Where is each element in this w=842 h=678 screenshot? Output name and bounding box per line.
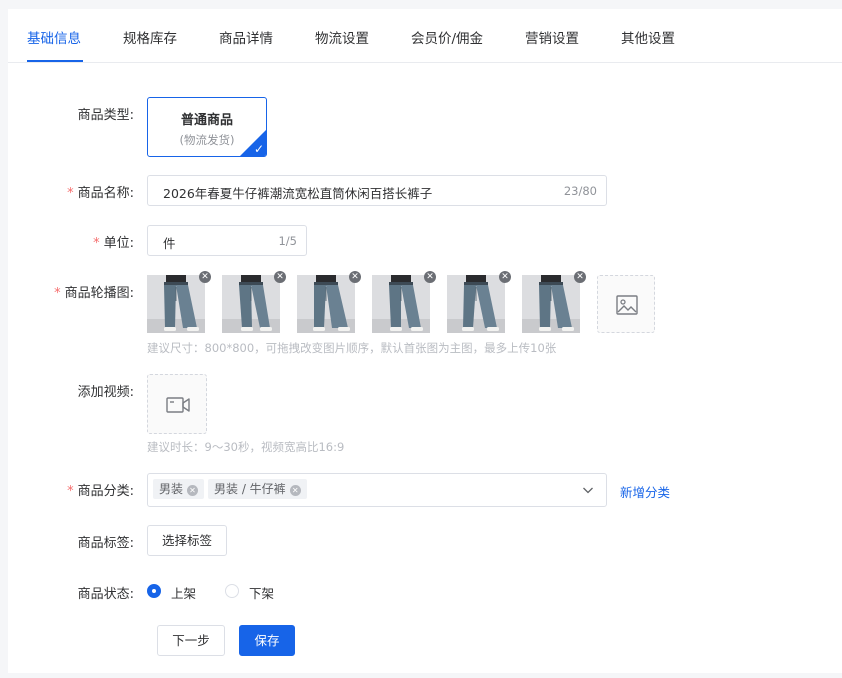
product-tags-label: 商品标签: — [77, 536, 134, 551]
jeans-photo — [222, 275, 280, 333]
carousel-image[interactable]: ✕ — [222, 271, 286, 333]
video-camera-icon — [166, 397, 190, 413]
tab-other[interactable]: 其他设置 — [621, 27, 675, 47]
carousel-upload-button[interactable] — [597, 275, 655, 333]
tab-basic-info[interactable]: 基础信息 — [27, 27, 81, 47]
carousel-hint: 建议尺寸：800*800，可拖拽改变图片顺序，默认首张图为主图，最多上传10张 — [147, 341, 557, 355]
unit-label: * 单位: — [93, 236, 134, 251]
required-mark: * — [54, 286, 61, 301]
chevron-down-icon — [583, 487, 593, 494]
select-tags-button[interactable]: 选择标签 — [147, 525, 227, 556]
close-icon[interactable]: ✕ — [499, 271, 511, 283]
radio-dot — [225, 584, 239, 598]
category-tag: 男装 / 牛仔裤 ✕ — [208, 479, 307, 499]
next-step-button[interactable]: 下一步 — [157, 625, 225, 656]
product-status-label: 商品状态: — [77, 587, 134, 602]
active-tab-indicator — [27, 60, 83, 62]
jeans-photo — [297, 275, 355, 333]
save-button[interactable]: 保存 — [239, 625, 295, 656]
jeans-photo — [522, 275, 580, 333]
product-name-label: * 商品名称: — [67, 186, 134, 201]
tag-close-icon[interactable]: ✕ — [289, 485, 301, 496]
carousel-image[interactable]: ✕ — [297, 271, 361, 333]
carousel-label: * 商品轮播图: — [54, 286, 134, 301]
image-icon — [616, 295, 638, 315]
required-mark: * — [67, 186, 74, 201]
add-category-link[interactable]: 新增分类 — [620, 482, 670, 501]
carousel-image[interactable]: ✕ — [447, 271, 511, 333]
product-edit-card: 基础信息 规格库存 商品详情 物流设置 会员价/佣金 营销设置 其他设置 商品类… — [8, 9, 842, 673]
tab-marketing[interactable]: 营销设置 — [525, 27, 579, 47]
category-tag: 男装 ✕ — [153, 479, 205, 499]
close-icon[interactable]: ✕ — [424, 271, 436, 283]
unit-counter: 1/5 — [278, 234, 297, 248]
category-label: * 商品分类: — [67, 484, 134, 499]
unit-input[interactable]: 件 1/5 — [147, 225, 307, 256]
tab-bar: 基础信息 规格库存 商品详情 物流设置 会员价/佣金 营销设置 其他设置 — [8, 9, 842, 63]
jeans-photo — [447, 275, 505, 333]
carousel-image[interactable]: ✕ — [372, 271, 436, 333]
unit-value: 件 — [163, 236, 176, 251]
jeans-photo — [147, 275, 205, 333]
radio-dot — [147, 584, 161, 598]
product-name-counter: 23/80 — [563, 184, 597, 198]
checkmark-icon: ✓ — [253, 142, 264, 156]
carousel-image[interactable]: ✕ — [147, 271, 211, 333]
tag-close-icon[interactable]: ✕ — [187, 485, 199, 496]
tab-logistics[interactable]: 物流设置 — [315, 27, 369, 47]
product-type-title: 普通商品 — [180, 113, 233, 128]
product-name-input[interactable]: 2026年春夏牛仔裤潮流宽松直筒休闲百搭长裤子 23/80 — [147, 175, 607, 206]
tab-product-detail[interactable]: 商品详情 — [219, 27, 273, 47]
tab-spec-stock[interactable]: 规格库存 — [123, 27, 177, 47]
product-name-value: 2026年春夏牛仔裤潮流宽松直筒休闲百搭长裤子 — [163, 186, 433, 201]
close-icon[interactable]: ✕ — [349, 271, 361, 283]
category-select[interactable]: 男装 ✕ 男装 / 牛仔裤 ✕ — [147, 473, 607, 507]
close-icon[interactable]: ✕ — [199, 271, 211, 283]
jeans-photo — [372, 275, 430, 333]
carousel-image[interactable]: ✕ — [522, 271, 586, 333]
required-mark: * — [93, 236, 100, 251]
close-icon[interactable]: ✕ — [574, 271, 586, 283]
video-hint: 建议时长：9～30秒，视频宽高比16:9 — [147, 440, 345, 454]
tab-member-price[interactable]: 会员价/佣金 — [411, 27, 483, 47]
video-upload-button[interactable] — [147, 374, 207, 434]
product-type-option-normal[interactable]: 普通商品 (物流发货) ✓ — [147, 97, 267, 157]
required-mark: * — [67, 484, 74, 499]
video-label: 添加视频: — [77, 385, 134, 400]
close-icon[interactable]: ✕ — [274, 271, 286, 283]
product-type-label: 商品类型: — [77, 108, 134, 123]
